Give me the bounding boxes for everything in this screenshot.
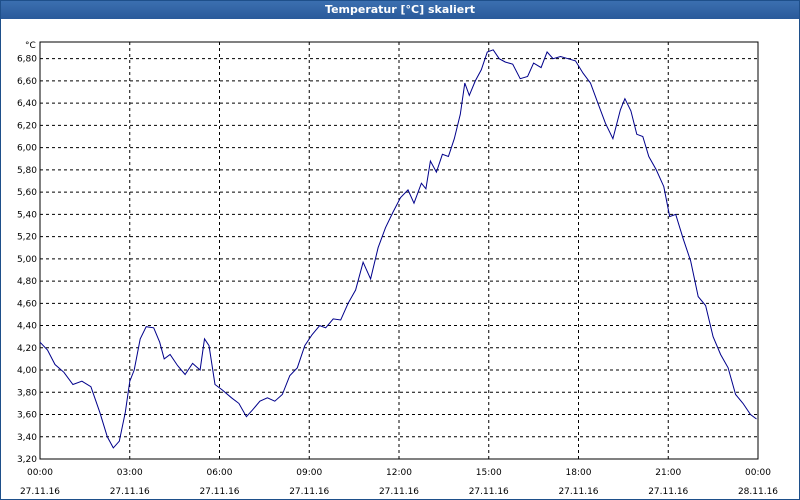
x-tick-time-label: 18:00 [566,468,592,478]
y-tick-label: 6,40 [17,99,37,109]
x-tick-time-label: 09:00 [296,468,322,478]
x-tick-time-label: 03:00 [117,468,143,478]
y-tick-label: 6,60 [17,77,37,87]
chart-title: Temperatur [°C] skaliert [1,1,799,19]
x-tick-date-label: 27.11.16 [289,487,329,497]
y-tick-label: 6,20 [17,121,37,131]
chart-grid [40,42,758,460]
y-tick-label: 6,00 [17,144,37,154]
x-tick-date-label: 27.11.16 [558,487,598,497]
y-tick-labels: 3,20 3,40 3,60 3,80 4,00 4,20 4,40 4,60 4,80 5,00… [17,55,37,465]
y-tick-label: 5,60 [17,188,37,198]
x-tick-time-label: 00:00 [745,468,771,478]
chart-window: Temperatur [°C] skaliert °C 3,20 3,40 3,60… [0,0,800,500]
x-tick-time-label: 00:00 [27,468,53,478]
x-tick-date-label: 27.11.16 [379,487,419,497]
y-tick-label: 5,20 [17,233,37,243]
x-tick-date-label: 27.11.16 [110,487,150,497]
y-tick-label: 4,20 [17,344,37,354]
temperature-chart: °C 3,20 3,40 3,60 3,80 4,00 4,20 4,40 4,60 4,80 5… [17,41,778,497]
temperature-series-line [39,49,757,449]
x-tick-date-label: 28.11.16 [738,487,778,497]
series-group [39,49,757,449]
y-axis-unit-label: °C [25,41,36,51]
y-tick-label: 3,20 [17,455,37,465]
y-tick-label: 3,80 [17,388,37,398]
x-tick-date-label: 27.11.16 [469,487,509,497]
y-tick-label: 3,40 [17,433,37,443]
y-tick-label: 4,80 [17,277,37,287]
y-tick-label: 3,60 [17,411,37,421]
y-tick-label: 5,80 [17,166,37,176]
y-tick-label: 5,00 [17,255,37,265]
x-tick-date-label: 27.11.16 [199,487,239,497]
x-tick-date-label: 27.11.16 [20,487,60,497]
x-tick-labels: 00:00 27.11.16 03:00 27.11.16 06:00 27.11.16 0… [20,468,778,497]
y-tick-label: 4,40 [17,322,37,332]
x-tick-time-label: 15:00 [476,468,502,478]
x-tick-time-label: 06:00 [207,468,233,478]
y-tick-label: 6,80 [17,55,37,65]
y-tick-label: 5,40 [17,210,37,220]
y-tick-label: 4,00 [17,366,37,376]
x-tick-time-label: 21:00 [655,468,681,478]
y-tick-label: 4,60 [17,299,37,309]
x-tick-date-label: 27.11.16 [648,487,688,497]
x-tick-time-label: 12:00 [386,468,412,478]
